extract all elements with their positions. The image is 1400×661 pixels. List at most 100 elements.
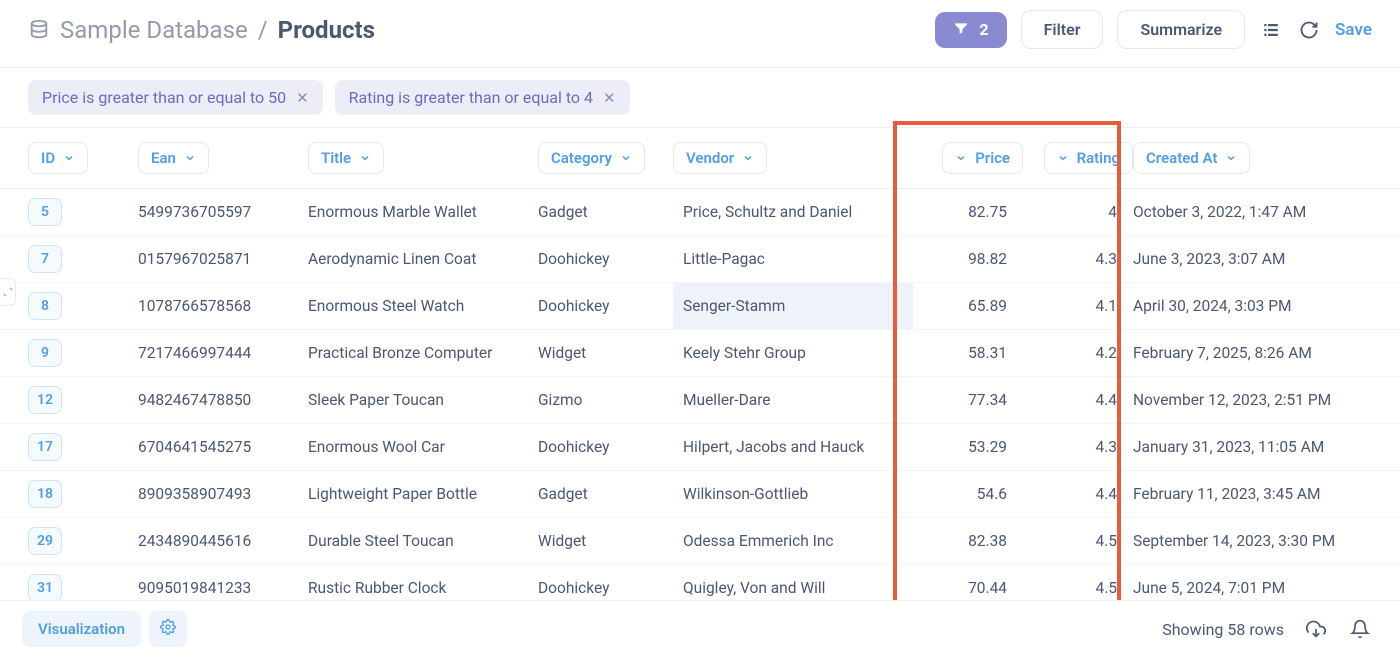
cell-id: 9 <box>28 330 138 376</box>
settings-button[interactable] <box>149 611 187 647</box>
editor-icon[interactable] <box>1259 18 1283 42</box>
cell-category: Gadget <box>538 189 673 235</box>
summarize-button[interactable]: Summarize <box>1117 10 1245 49</box>
id-badge[interactable]: 18 <box>28 480 62 508</box>
cell-category: Gadget <box>538 471 673 517</box>
cell-ean: 0157967025871 <box>138 236 308 282</box>
id-badge[interactable]: 9 <box>28 339 62 367</box>
id-badge[interactable]: 8 <box>28 292 62 320</box>
breadcrumb-separator: / <box>258 16 268 44</box>
cell-title: Aerodynamic Linen Coat <box>308 236 538 282</box>
close-icon[interactable]: ✕ <box>603 89 616 107</box>
cell-id: 12 <box>28 377 138 423</box>
cell-id: 17 <box>28 424 138 470</box>
cell-created: September 14, 2023, 3:30 PM <box>1133 518 1393 564</box>
cell-created: June 3, 2023, 3:07 AM <box>1133 236 1393 282</box>
cell-id: 7 <box>28 236 138 282</box>
cell-ean: 9482467478850 <box>138 377 308 423</box>
bell-icon[interactable] <box>1348 617 1372 641</box>
chevron-down-icon <box>184 152 196 164</box>
filter-icon <box>953 20 969 40</box>
gear-icon <box>160 619 176 639</box>
cell-vendor: Odessa Emmerich Inc <box>673 518 913 564</box>
table-head: ID Ean Title Category Vendor Price Ratin… <box>0 128 1400 189</box>
cell-rating: 4 <box>1023 189 1133 235</box>
id-badge[interactable]: 29 <box>28 527 62 555</box>
cell-rating: 4.5 <box>1023 518 1133 564</box>
cell-ean: 6704641545275 <box>138 424 308 470</box>
visualization-button[interactable]: Visualization <box>22 611 141 647</box>
sort-desc-icon <box>955 152 967 164</box>
cell-price: 77.34 <box>913 377 1023 423</box>
table-row[interactable]: 7 0157967025871Aerodynamic Linen CoatDooh… <box>0 236 1400 283</box>
row-count: Showing 58 rows <box>1162 620 1284 639</box>
refresh-icon[interactable] <box>1297 18 1321 42</box>
cell-rating: 4.4 <box>1023 377 1133 423</box>
cell-rating: 4.4 <box>1023 471 1133 517</box>
column-header-rating[interactable]: Rating <box>1044 142 1133 174</box>
cell-title: Enormous Steel Watch <box>308 283 538 329</box>
table-row[interactable]: 55499736705597Enormous Marble WalletGadg… <box>0 189 1400 236</box>
cell-category: Doohickey <box>538 283 673 329</box>
table-row[interactable]: 81078766578568Enormous Steel WatchDoohic… <box>0 283 1400 330</box>
id-badge[interactable]: 12 <box>28 386 62 414</box>
column-header-vendor[interactable]: Vendor <box>673 142 767 174</box>
cell-id: 18 <box>28 471 138 517</box>
cell-created: April 30, 2024, 3:03 PM <box>1133 283 1393 329</box>
active-filters-pill[interactable]: 2 <box>935 12 1006 48</box>
breadcrumb: Sample Database / Products <box>28 16 375 44</box>
column-label: Price <box>975 149 1010 167</box>
expand-side-tab[interactable] <box>0 278 16 306</box>
filter-chip-label: Rating is greater than or equal to 4 <box>349 88 593 107</box>
download-icon[interactable] <box>1304 617 1328 641</box>
table-row[interactable]: 176704641545275Enormous Wool CarDoohicke… <box>0 424 1400 471</box>
id-badge[interactable]: 31 <box>28 574 62 602</box>
cell-rating: 4.3 <box>1023 424 1133 470</box>
close-icon[interactable]: ✕ <box>296 89 309 107</box>
table-row[interactable]: 292434890445616Durable Steel ToucanWidge… <box>0 518 1400 565</box>
cell-vendor: Senger-Stamm <box>673 283 913 329</box>
save-button[interactable]: Save <box>1335 20 1372 40</box>
cell-category: Doohickey <box>538 236 673 282</box>
filter-chip-price[interactable]: Price is greater than or equal to 50 ✕ <box>28 80 323 115</box>
cell-price: 98.82 <box>913 236 1023 282</box>
column-header-ean[interactable]: Ean <box>138 142 209 174</box>
column-label: Rating <box>1077 149 1120 167</box>
column-label: Created At <box>1146 149 1217 167</box>
table-row[interactable]: 129482467478850Sleek Paper ToucanGizmoMu… <box>0 377 1400 424</box>
footer-right: Showing 58 rows <box>1162 617 1372 641</box>
column-header-category[interactable]: Category <box>538 142 645 174</box>
cell-vendor: Little-Pagac <box>673 236 913 282</box>
cell-ean: 5499736705597 <box>138 189 308 235</box>
id-badge[interactable]: 5 <box>28 198 62 226</box>
filter-count-value: 2 <box>979 20 988 39</box>
column-header-price[interactable]: Price <box>942 142 1023 174</box>
cell-category: Doohickey <box>538 424 673 470</box>
column-header-id[interactable]: ID <box>28 142 88 174</box>
cell-created: February 7, 2025, 8:26 AM <box>1133 330 1393 376</box>
chevron-down-icon <box>1225 152 1237 164</box>
header-bar: Sample Database / Products 2 Filter Summ… <box>0 0 1400 68</box>
cell-ean: 8909358907493 <box>138 471 308 517</box>
cell-id: 29 <box>28 518 138 564</box>
filter-chip-rating[interactable]: Rating is greater than or equal to 4 ✕ <box>335 80 630 115</box>
table-row[interactable]: 18 8909358907493Lightweight Paper BottleG… <box>0 471 1400 518</box>
chevron-down-icon <box>620 152 632 164</box>
cell-price: 58.31 <box>913 330 1023 376</box>
cell-title: Durable Steel Toucan <box>308 518 538 564</box>
column-header-created[interactable]: Created At <box>1133 142 1250 174</box>
cell-ean: 7217466997444 <box>138 330 308 376</box>
breadcrumb-table[interactable]: Products <box>278 16 375 44</box>
filter-button[interactable]: Filter <box>1021 10 1104 49</box>
cell-id: 5 <box>28 189 138 235</box>
table-body: 55499736705597Enormous Marble WalletGadg… <box>0 189 1400 612</box>
table-row[interactable]: 97217466997444Practical Bronze ComputerW… <box>0 330 1400 377</box>
id-badge[interactable]: 17 <box>28 433 62 461</box>
id-badge[interactable]: 7 <box>28 245 62 273</box>
footer-left: Visualization <box>22 611 187 647</box>
cell-price: 65.89 <box>913 283 1023 329</box>
breadcrumb-database[interactable]: Sample Database <box>60 16 248 44</box>
column-header-title[interactable]: Title <box>308 142 384 174</box>
cell-title: Lightweight Paper Bottle <box>308 471 538 517</box>
cell-category: Widget <box>538 330 673 376</box>
